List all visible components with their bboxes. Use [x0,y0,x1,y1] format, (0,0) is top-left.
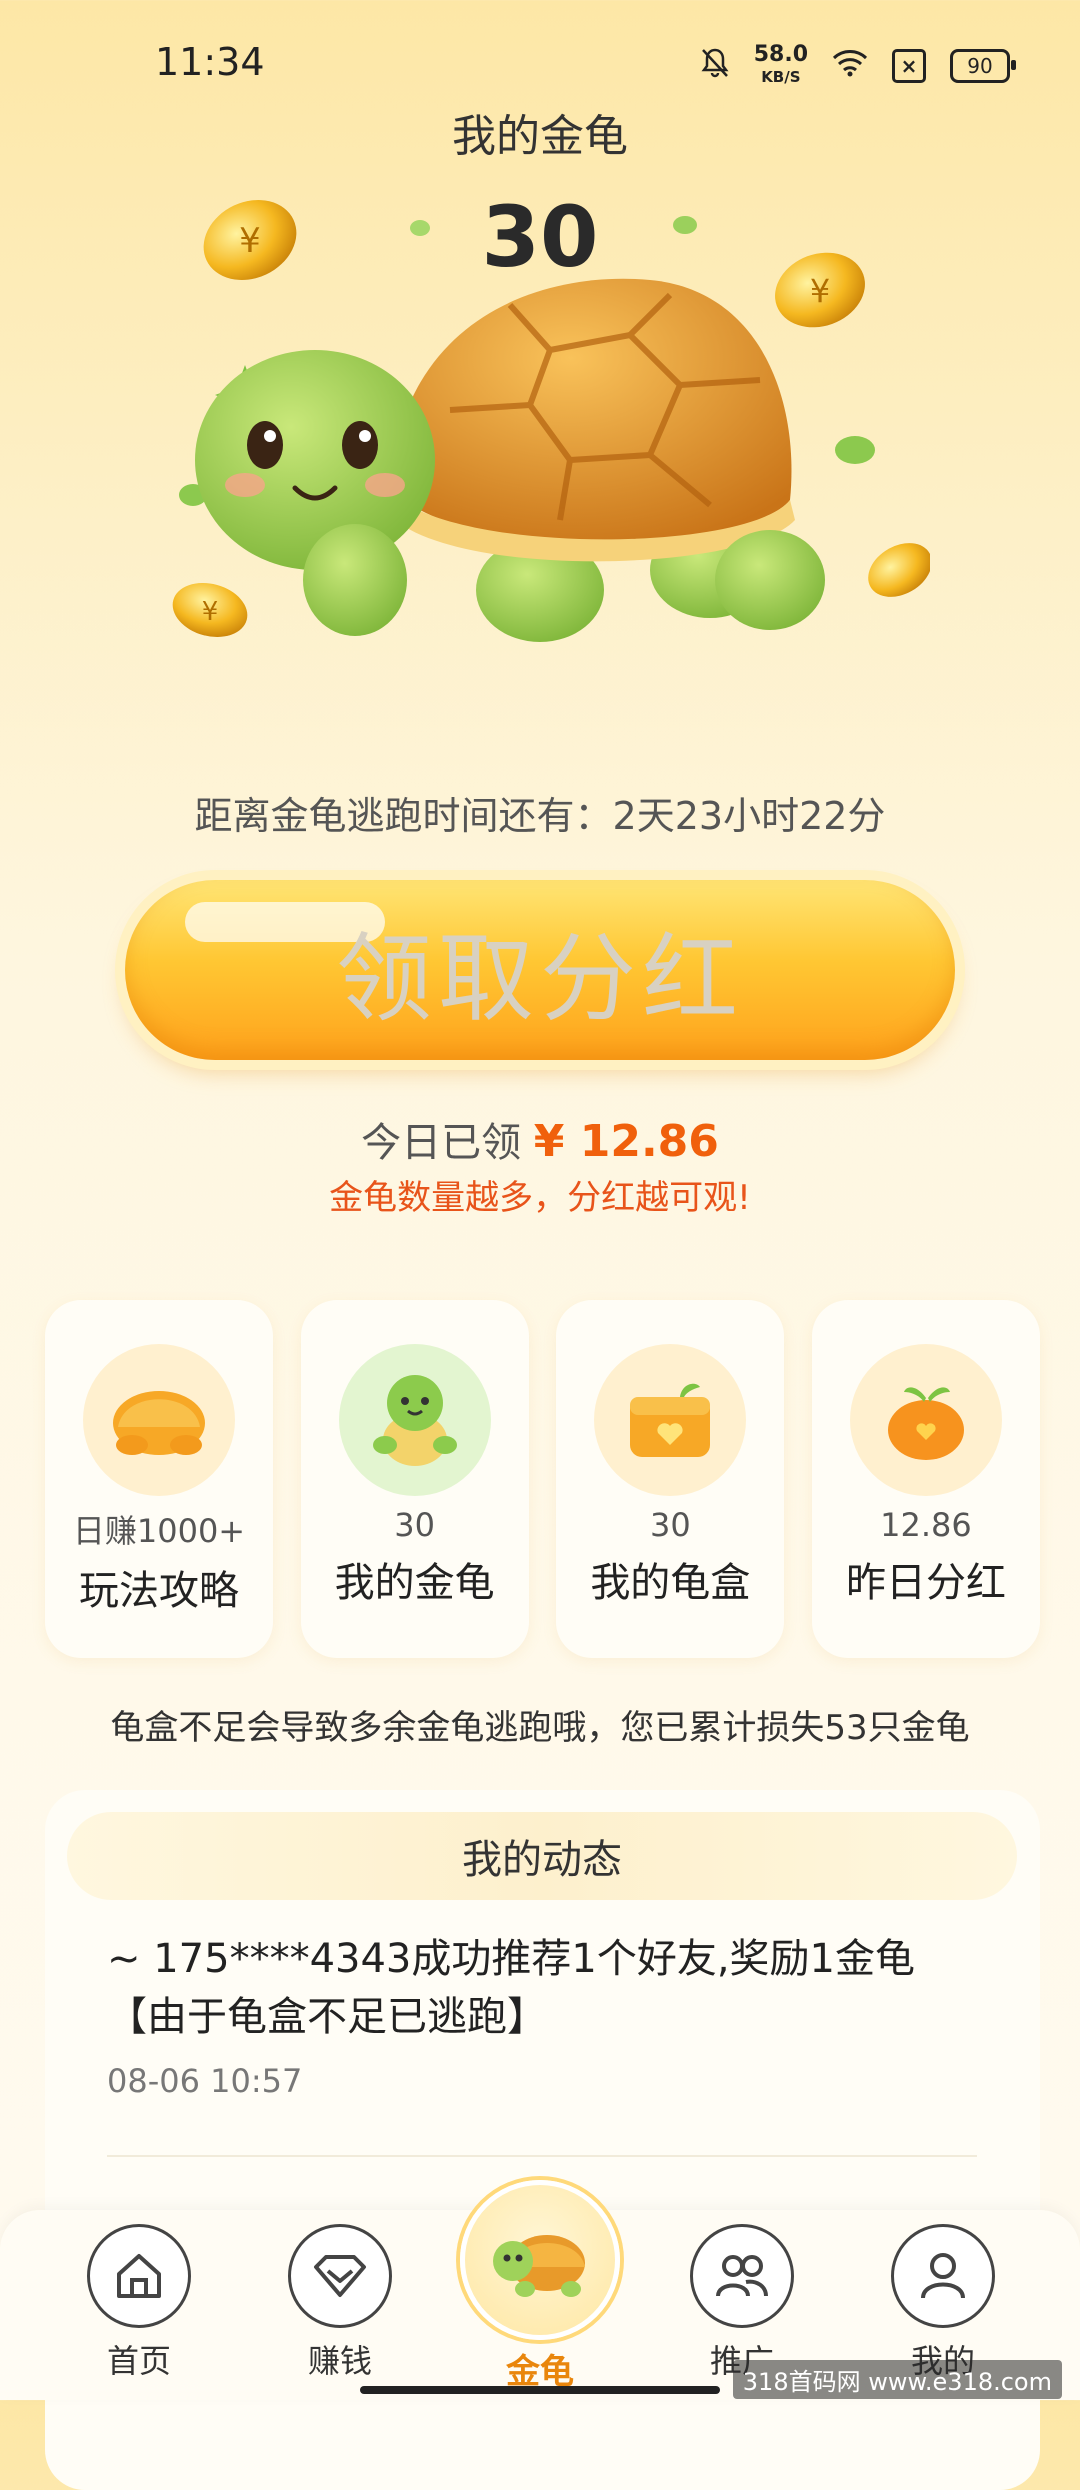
nav-item-promote[interactable]: 推广 [677,2224,807,2382]
escape-countdown: 距离金龟逃跑时间还有：2天23小时22分 [194,794,886,838]
card-my-turtles[interactable]: 30 我的金龟 [300,1300,529,1658]
home-icon [87,2224,191,2328]
card-guide-sub: 日赚1000+ [72,1512,246,1550]
card-my-turtles-title: 我的金龟 [334,1560,495,1606]
card-guide-title: 玩法攻略 [79,1568,239,1614]
turtle-box-icon [594,1344,747,1496]
feed-item-text: ~ 175****4343成功推荐1个好友,奖励1金龟【由于龟盒不足已逃跑】 [107,1936,915,2040]
feed-title: 我的动态 [67,1812,1017,1900]
nav-label-home: 首页 [106,2342,171,2380]
card-yesterday-dividend[interactable]: 12.86 昨日分红 [811,1300,1040,1658]
watermark: 318首码网 www.e318.com [732,2360,1062,2399]
claim-dividend-button[interactable]: 领取分红 [125,880,955,1060]
turtle-shell-icon [83,1344,235,1496]
today-claimed-amount: ¥ 12.86 [533,1116,719,1167]
card-guide[interactable]: 日赚1000+ 玩法攻略 [45,1300,273,1658]
loss-warning: 龟盒不足会导致多余金龟逃跑哦，您已累计损失53只金龟 [110,1708,970,1748]
home-indicator[interactable] [360,2386,720,2394]
coin-icon [868,543,930,597]
nav-item-home[interactable]: 首页 [74,2224,204,2382]
today-claimed-prefix: 今日已领 [361,1120,522,1166]
green-turtle-icon [338,1344,491,1496]
coin-icon: ¥ [172,583,248,637]
card-turtle-box-sub: 30 [649,1506,691,1544]
divider [107,2155,977,2157]
nav-item-mine[interactable]: 我的 [878,2224,1008,2382]
orange-dividend-icon [849,1344,1002,1496]
network-speed: 58.0 KB/S [753,42,808,87]
card-yesterday-dividend-title: 昨日分红 [845,1560,1006,1606]
card-my-turtles-sub: 30 [394,1506,436,1544]
nav-item-turtle[interactable]: 金龟 [460,2180,620,2393]
svg-text:¥: ¥ [202,597,219,627]
status-time: 11:34 [155,40,265,84]
nav-item-earn[interactable]: 赚钱 [275,2224,405,2382]
people-icon [690,2224,794,2328]
feed-item-time: 08-06 10:57 [107,2062,303,2100]
page-title: 我的金龟 [452,111,628,162]
user-icon [891,2224,995,2328]
bell-muted-icon [700,47,730,85]
turtle-count: 30 [481,188,599,286]
status-icons: 58.0 KB/S × 90 [700,42,1016,88]
today-claimed: 今日已领 ¥ 12.86 [0,1110,1080,1168]
feature-cards: 日赚1000+ 玩法攻略 30 我的金龟 30 我的龟盒 12.86 昨日分红 [45,1300,1040,1658]
diamond-icon [288,2224,392,2328]
nav-label-earn: 赚钱 [307,2342,372,2380]
card-yesterday-dividend-sub: 12.86 [880,1506,972,1544]
dividend-hint: 金龟数量越多，分红越可观! [329,1178,751,1218]
turtle-icon [460,2180,620,2340]
wifi-icon [832,49,868,83]
sim-disabled-icon: × [892,49,926,83]
battery-icon: 90 [950,49,1016,83]
claim-dividend-label: 领取分红 [336,922,744,1035]
card-turtle-box-title: 我的龟盒 [590,1560,751,1606]
card-turtle-box[interactable]: 30 我的龟盒 [556,1300,785,1658]
